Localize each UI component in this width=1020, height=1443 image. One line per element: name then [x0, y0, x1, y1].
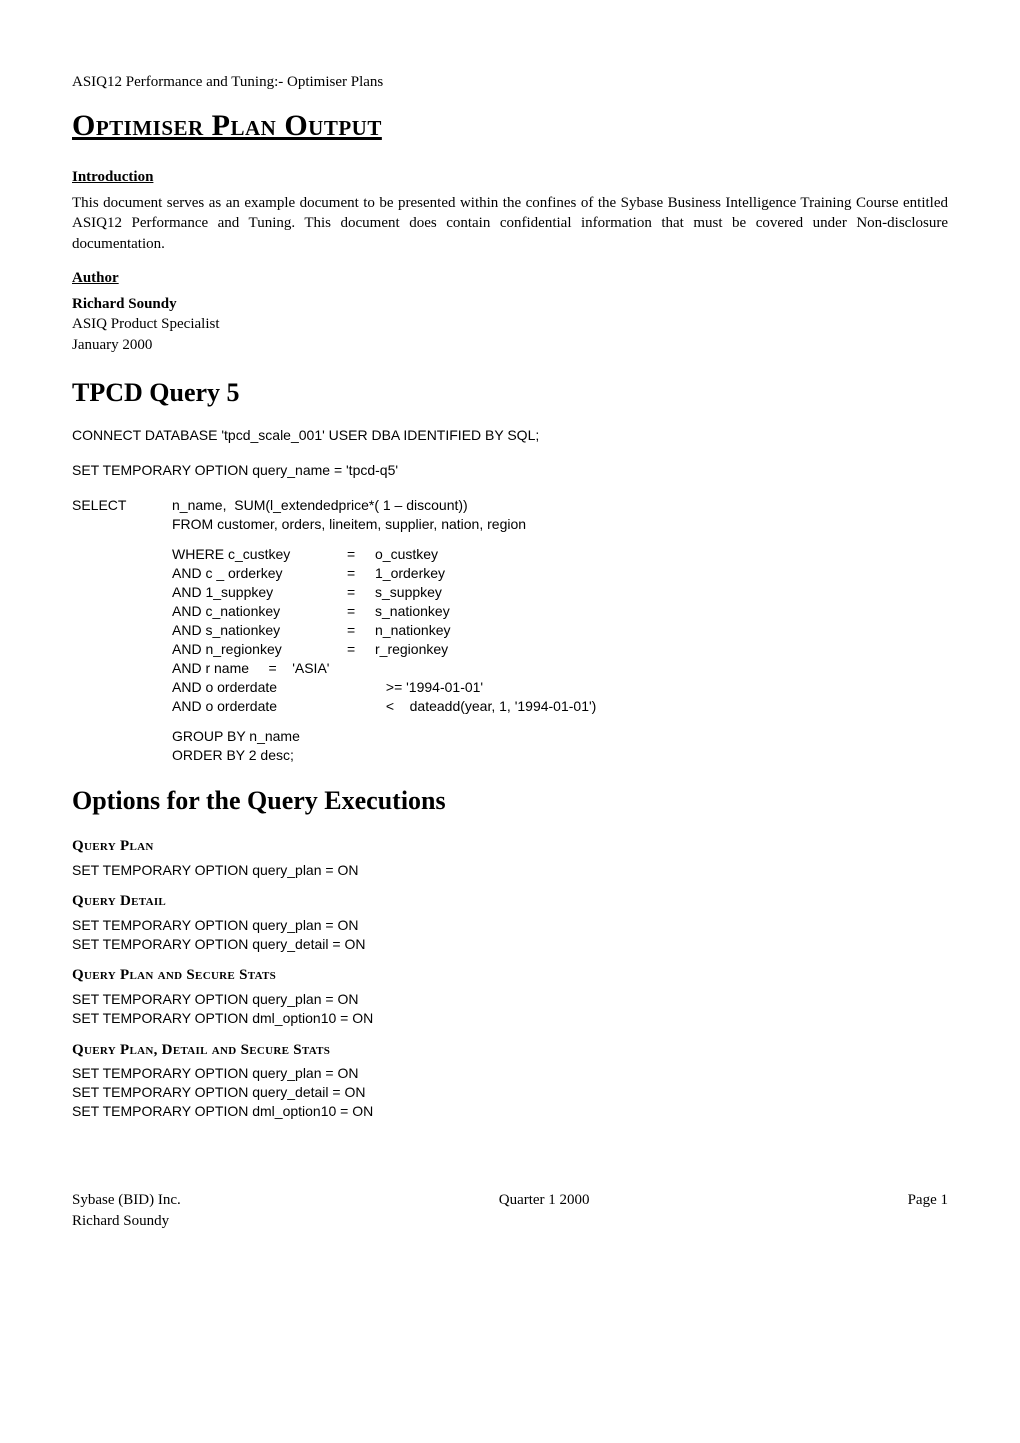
where-clause-row: WHERE c_custkey = o_custkey: [172, 545, 948, 564]
order-by: ORDER BY 2 desc;: [172, 746, 948, 765]
option-group: SET TEMPORARY OPTION query_plan = ON SET…: [72, 916, 948, 954]
option-line: SET TEMPORARY OPTION query_plan = ON: [72, 916, 948, 935]
author-name: Richard Soundy: [72, 294, 948, 314]
where-lhs: AND o orderdate: [172, 697, 347, 716]
where-rhs: r_regionkey: [375, 640, 448, 659]
set-option-statement-block: SET TEMPORARY OPTION query_name = 'tpcd-…: [72, 461, 948, 480]
option-line: SET TEMPORARY OPTION query_detail = ON: [72, 1083, 948, 1102]
where-name-clause: AND r name = 'ASIA': [172, 659, 948, 678]
where-clause-row: AND s_nationkey = n_nationkey: [172, 621, 948, 640]
option-group: SET TEMPORARY OPTION query_plan = ON SET…: [72, 1064, 948, 1121]
where-rhs: < dateadd(year, 1, '1994-01-01'): [347, 697, 596, 716]
option-group: SET TEMPORARY OPTION query_plan = ON SET…: [72, 990, 948, 1028]
where-lhs: AND c_nationkey: [172, 602, 347, 621]
where-block: WHERE c_custkey = o_custkey AND c _ orde…: [72, 545, 948, 715]
option-line: SET TEMPORARY OPTION dml_option10 = ON: [72, 1102, 948, 1121]
running-header: ASIQ12 Performance and Tuning:- Optimise…: [72, 72, 948, 92]
group-by: GROUP BY n_name: [172, 727, 948, 746]
where-lhs: AND s_nationkey: [172, 621, 347, 640]
where-rhs: o_custkey: [375, 545, 438, 564]
page-footer: Sybase (BID) Inc. Richard Soundy Quarter…: [72, 1190, 948, 1231]
set-option-statement: SET TEMPORARY OPTION query_name = 'tpcd-…: [72, 461, 948, 480]
where-lhs: AND 1_suppkey: [172, 583, 347, 602]
where-rhs: n_nationkey: [375, 621, 451, 640]
footer-author: Richard Soundy: [72, 1211, 181, 1231]
where-rhs: >= '1994-01-01': [347, 678, 483, 697]
where-rhs: s_nationkey: [375, 602, 450, 621]
option-line: SET TEMPORARY OPTION query_plan = ON: [72, 1064, 948, 1083]
author-role: ASIQ Product Specialist: [72, 314, 948, 334]
author-heading: Author: [72, 268, 948, 288]
where-op: =: [347, 545, 375, 564]
where-lhs: AND o orderdate: [172, 678, 347, 697]
groupby-block: GROUP BY n_name ORDER BY 2 desc;: [72, 727, 948, 765]
option-line: SET TEMPORARY OPTION dml_option10 = ON: [72, 1009, 948, 1028]
query-title: TPCD Query 5: [72, 375, 948, 410]
where-op: =: [347, 602, 375, 621]
from-clause: FROM customer, orders, lineitem, supplie…: [172, 515, 526, 534]
select-block: SELECT n_name, SUM(l_extendedprice*( 1 –…: [72, 496, 948, 766]
document-title: Optimiser Plan Output: [72, 106, 948, 147]
footer-date: Quarter 1 2000: [499, 1190, 590, 1231]
where-clause-row: AND 1_suppkey = s_suppkey: [172, 583, 948, 602]
where-op: =: [347, 583, 375, 602]
where-lhs: AND c _ orderkey: [172, 564, 347, 583]
where-lhs: WHERE c_custkey: [172, 545, 347, 564]
where-rhs: 1_orderkey: [375, 564, 445, 583]
select-keyword: SELECT: [72, 496, 172, 534]
where-date-row: AND o orderdate >= '1994-01-01': [172, 678, 948, 697]
where-op: =: [347, 640, 375, 659]
where-clause-row: AND n_regionkey = r_regionkey: [172, 640, 948, 659]
select-expression: n_name, SUM(l_extendedprice*( 1 – discou…: [172, 496, 526, 515]
footer-page: Page 1: [908, 1190, 948, 1231]
introduction-heading: Introduction: [72, 167, 948, 187]
options-title: Options for the Query Executions: [72, 783, 948, 818]
where-op: =: [347, 621, 375, 640]
option-section-heading: Query Detail: [72, 891, 948, 911]
option-section-heading: Query Plan and Secure Stats: [72, 965, 948, 985]
introduction-text: This document serves as an example docum…: [72, 193, 948, 254]
option-section-heading: Query Plan: [72, 836, 948, 856]
option-group: SET TEMPORARY OPTION query_plan = ON: [72, 861, 948, 880]
connect-statement-block: CONNECT DATABASE 'tpcd_scale_001' USER D…: [72, 426, 948, 445]
where-op: =: [347, 564, 375, 583]
option-line: SET TEMPORARY OPTION query_detail = ON: [72, 935, 948, 954]
where-rhs: s_suppkey: [375, 583, 442, 602]
option-section-heading: Query Plan, Detail and Secure Stats: [72, 1040, 948, 1060]
where-clause-row: AND c_nationkey = s_nationkey: [172, 602, 948, 621]
where-clause-row: AND c _ orderkey = 1_orderkey: [172, 564, 948, 583]
footer-company: Sybase (BID) Inc.: [72, 1190, 181, 1210]
option-line: SET TEMPORARY OPTION query_plan = ON: [72, 990, 948, 1009]
where-date-row: AND o orderdate < dateadd(year, 1, '1994…: [172, 697, 948, 716]
connect-statement: CONNECT DATABASE 'tpcd_scale_001' USER D…: [72, 426, 948, 445]
author-date: January 2000: [72, 335, 948, 355]
option-line: SET TEMPORARY OPTION query_plan = ON: [72, 861, 948, 880]
where-lhs: AND n_regionkey: [172, 640, 347, 659]
